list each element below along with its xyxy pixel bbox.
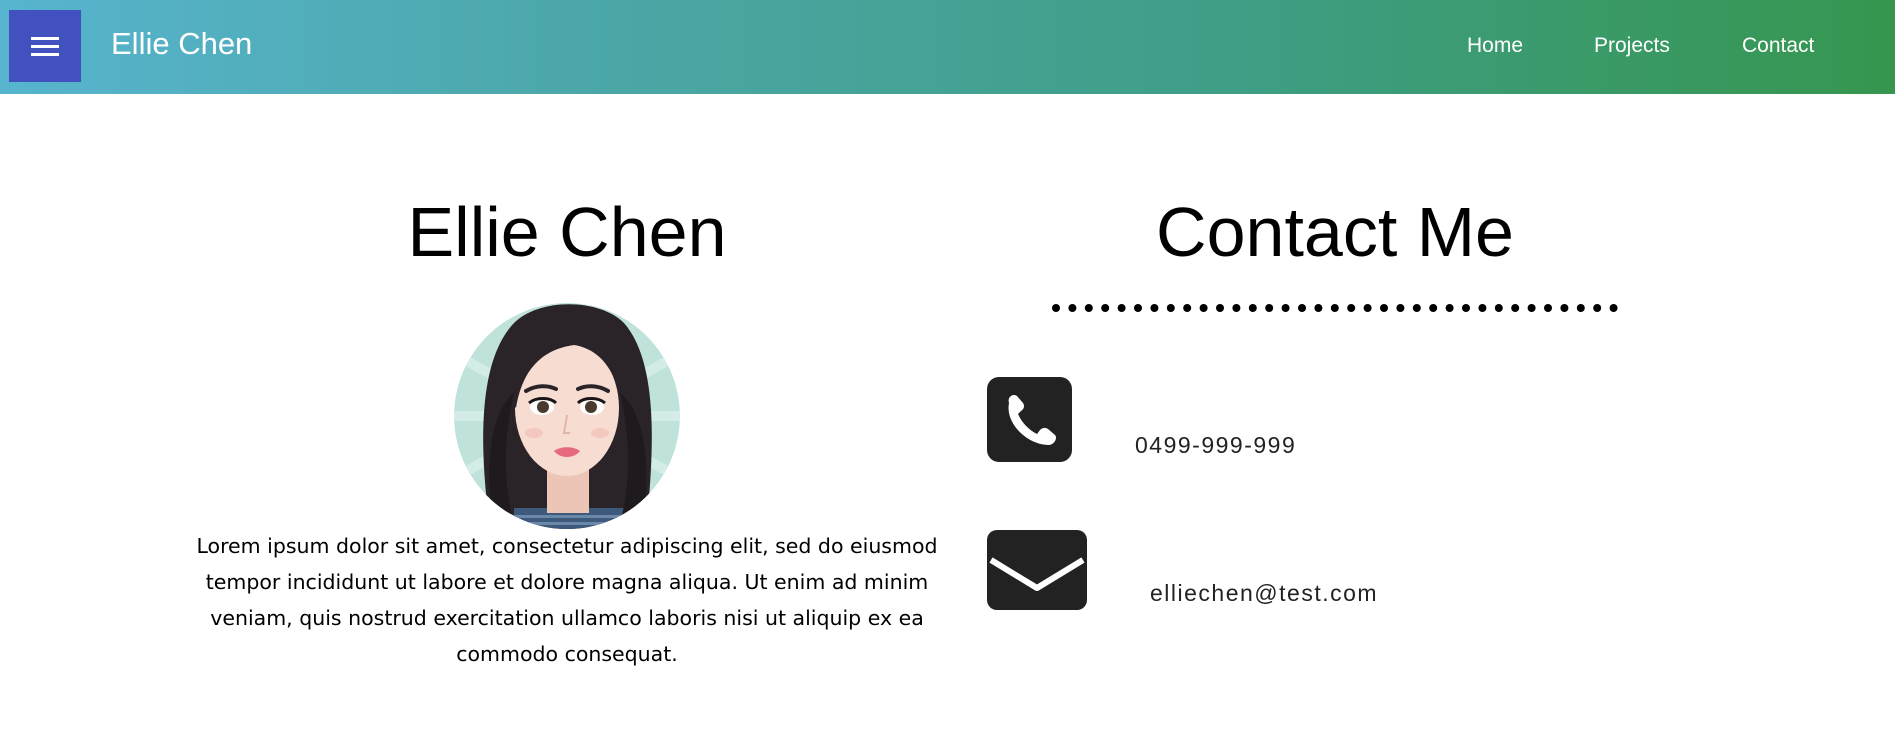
- divider-dot: [1412, 304, 1421, 312]
- divider-dot: [1462, 304, 1470, 312]
- avatar: [454, 303, 680, 529]
- nav-link-home[interactable]: Home: [1467, 34, 1523, 58]
- divider-dot: [1183, 304, 1192, 312]
- divider-dot: [1314, 304, 1323, 312]
- divider-dot: [1199, 304, 1208, 312]
- divider-dot: [1232, 304, 1241, 312]
- bio-paragraph: Lorem ipsum dolor sit amet, consectetur …: [196, 534, 938, 666]
- contact-heading: Contact Me: [1156, 193, 1514, 271]
- divider-dot: [1052, 304, 1060, 312]
- divider-dot: [1478, 304, 1487, 312]
- divider-dot: [1330, 304, 1339, 312]
- divider-dot: [1117, 304, 1126, 312]
- divider-dot: [1248, 304, 1257, 312]
- email-address[interactable]: elliechen@test.com: [1150, 580, 1378, 607]
- divider-dot: [1593, 304, 1602, 312]
- divider-dot: [1166, 304, 1175, 312]
- navbar: Ellie Chen Home Projects Contact: [0, 0, 1895, 94]
- divider-dot: [1216, 304, 1224, 312]
- hamburger-icon: [31, 37, 59, 40]
- divider-dot: [1560, 304, 1569, 312]
- divider-dot: [1134, 304, 1142, 312]
- divider-dot: [1527, 304, 1536, 312]
- divider-dot: [1281, 304, 1290, 312]
- divider-dot: [1396, 304, 1405, 312]
- divider-dot: [1511, 304, 1520, 312]
- divider-dot: [1494, 304, 1503, 312]
- divider-dot: [1084, 304, 1093, 312]
- divider-dot: [1363, 304, 1372, 312]
- profile-name: Ellie Chen: [407, 193, 727, 271]
- phone-number[interactable]: 0499-999-999: [1135, 432, 1296, 459]
- nav-link-projects[interactable]: Projects: [1594, 34, 1670, 58]
- envelope-icon: [987, 530, 1087, 610]
- nav-link-contact[interactable]: Contact: [1742, 34, 1814, 58]
- divider-dot: [1576, 304, 1585, 312]
- divider-dot: [1298, 304, 1306, 312]
- brand-title[interactable]: Ellie Chen: [111, 26, 252, 62]
- divider-dot: [1445, 304, 1454, 312]
- divider-dot: [1429, 304, 1438, 312]
- divider-dot: [1150, 304, 1159, 312]
- divider-dot: [1068, 304, 1077, 312]
- phone-icon: [987, 377, 1072, 462]
- divider-dot: [1265, 304, 1274, 312]
- divider-dot: [1347, 304, 1356, 312]
- divider-dot: [1101, 304, 1110, 312]
- divider-dot: [1544, 304, 1552, 312]
- dotted-divider: [1052, 304, 1618, 312]
- menu-button[interactable]: [9, 10, 81, 82]
- divider-dot: [1380, 304, 1388, 312]
- divider-dot: [1609, 304, 1618, 312]
